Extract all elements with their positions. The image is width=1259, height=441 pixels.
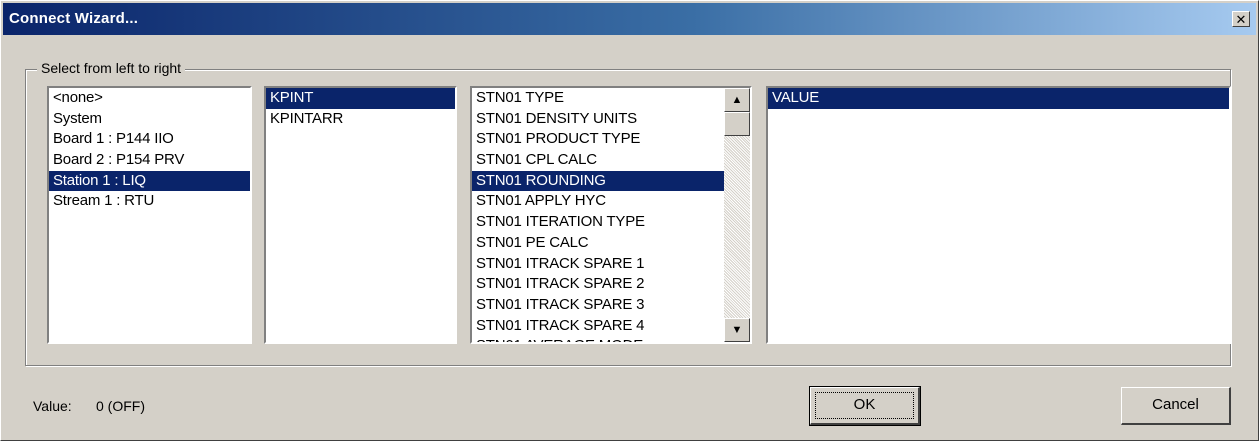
arrow-up-icon: ▲ — [731, 94, 743, 106]
object-list-items: <none> System Board 1 : P144 IIO Board 2 : … — [49, 88, 250, 212]
close-icon: ✕ — [1235, 12, 1247, 27]
ok-button[interactable]: OK — [809, 386, 921, 426]
list-item[interactable]: STN01 ITRACK SPARE 4 — [472, 316, 724, 337]
list-item[interactable]: STN01 ROUNDING — [472, 170, 724, 192]
field-listbox[interactable]: VALUE — [766, 86, 1231, 344]
value-label: Value: — [33, 398, 72, 414]
groupbox-legend: Select from left to right — [37, 60, 186, 76]
window-title: Connect Wizard... — [9, 10, 139, 27]
list-item[interactable]: System — [49, 109, 250, 130]
list-item[interactable]: Board 1 : P144 IIO — [49, 129, 250, 150]
list-item[interactable]: STN01 CPL CALC — [472, 150, 724, 171]
scroll-down-button[interactable]: ▼ — [724, 318, 750, 342]
close-button[interactable]: ✕ — [1232, 11, 1250, 27]
list-item[interactable]: VALUE — [768, 88, 1229, 109]
value-readout: 0 (OFF) — [96, 398, 145, 414]
cancel-button[interactable]: Cancel — [1121, 387, 1231, 425]
list-item[interactable]: Board 2 : P154 PRV — [49, 150, 250, 171]
list-item[interactable]: STN01 DENSITY UNITS — [472, 109, 724, 130]
list-item[interactable]: KPINTARR — [266, 109, 455, 130]
list-item[interactable]: STN01 TYPE — [472, 88, 724, 109]
list-item[interactable]: STN01 PE CALC — [472, 233, 724, 254]
field-list-items: VALUE — [768, 88, 1229, 109]
cancel-button-label: Cancel — [1152, 396, 1199, 413]
list-item[interactable]: Station 1 : LIQ — [49, 170, 250, 192]
list-item[interactable]: STN01 ITRACK SPARE 1 — [472, 254, 724, 275]
list-item[interactable]: <none> — [49, 88, 250, 109]
list-item[interactable]: STN01 AVERAGE MODE — [472, 336, 724, 342]
list-item[interactable]: STN01 ITRACK SPARE 2 — [472, 274, 724, 295]
list-item[interactable]: STN01 APPLY HYC — [472, 191, 724, 212]
type-listbox[interactable]: KPINT KPINTARR — [264, 86, 457, 344]
list-item[interactable]: STN01 ITERATION TYPE — [472, 212, 724, 233]
parameter-listbox[interactable]: STN01 TYPE STN01 DENSITY UNITS STN01 PRODU… — [470, 86, 752, 344]
list-item[interactable]: Stream 1 : RTU — [49, 191, 250, 212]
list-item[interactable]: STN01 PRODUCT TYPE — [472, 129, 724, 150]
object-listbox[interactable]: <none> System Board 1 : P144 IIO Board 2 : … — [47, 86, 252, 344]
parameter-list-scrollbar[interactable]: ▲ ▼ — [724, 88, 750, 342]
arrow-down-icon: ▼ — [731, 324, 743, 336]
scroll-up-button[interactable]: ▲ — [724, 88, 750, 112]
parameter-list-items: STN01 TYPE STN01 DENSITY UNITS STN01 PRODU… — [472, 88, 724, 342]
scroll-thumb[interactable] — [724, 112, 750, 136]
title-bar[interactable]: Connect Wizard... ✕ — [3, 3, 1256, 35]
focus-rectangle — [815, 392, 914, 419]
list-item[interactable]: STN01 ITRACK SPARE 3 — [472, 295, 724, 316]
list-item[interactable]: KPINT — [266, 88, 455, 109]
type-list-items: KPINT KPINTARR — [266, 88, 455, 129]
